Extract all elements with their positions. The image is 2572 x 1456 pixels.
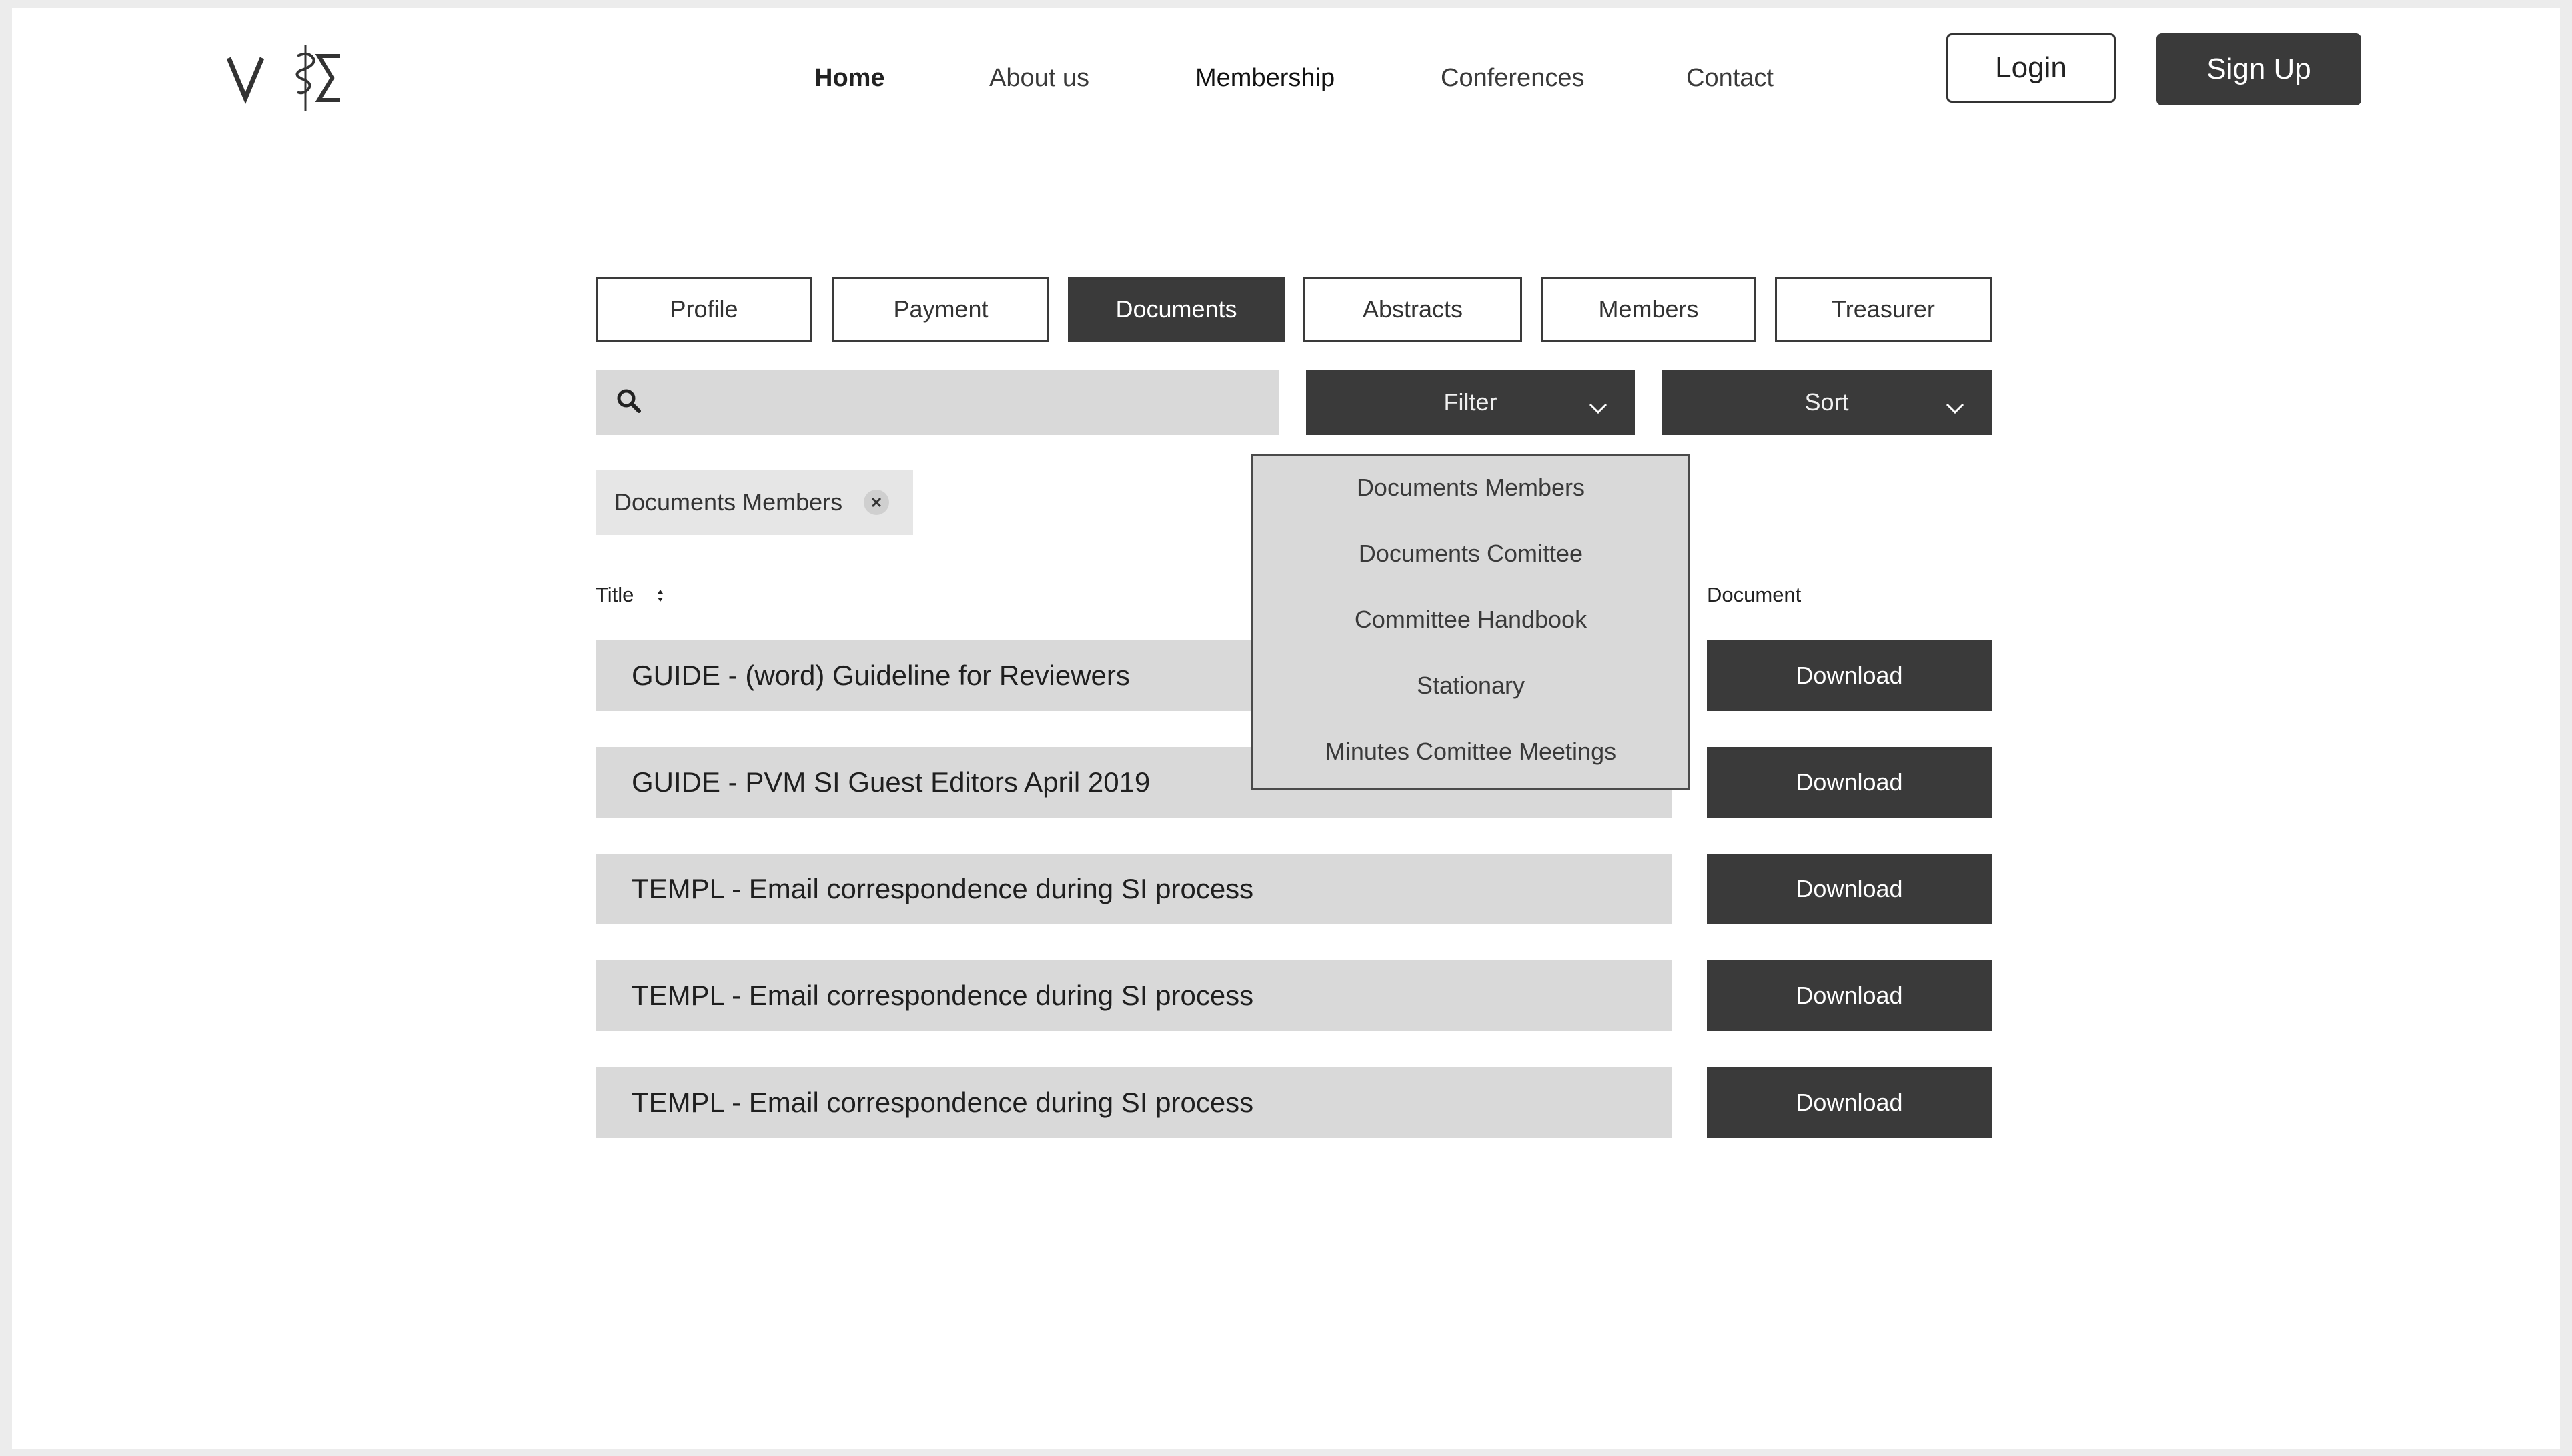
search-icon[interactable] bbox=[616, 388, 642, 418]
tab-payment[interactable]: Payment bbox=[832, 277, 1049, 342]
download-button[interactable]: Download bbox=[1707, 1067, 1992, 1138]
column-header-title[interactable]: Title bbox=[596, 583, 634, 607]
chevron-down-icon bbox=[1945, 394, 1965, 422]
search-bar bbox=[596, 370, 1279, 435]
table-row: TEMPL - Email correspondence during SI p… bbox=[596, 960, 1672, 1031]
tab-documents[interactable]: Documents bbox=[1068, 277, 1285, 342]
active-filter-chip: Documents Members bbox=[596, 470, 913, 535]
filter-option-committee-handbook[interactable]: Committee Handbook bbox=[1253, 593, 1688, 646]
row-title: TEMPL - Email correspondence during SI p… bbox=[632, 980, 1254, 1011]
download-button[interactable]: Download bbox=[1707, 960, 1992, 1031]
download-button[interactable]: Download bbox=[1707, 854, 1992, 924]
row-title: TEMPL - Email correspondence during SI p… bbox=[632, 1086, 1254, 1118]
logo-icon[interactable] bbox=[225, 41, 346, 115]
filter-option-minutes-comittee-meetings[interactable]: Minutes Comittee Meetings bbox=[1253, 725, 1688, 778]
table-row: TEMPL - Email correspondence during SI p… bbox=[596, 854, 1672, 924]
close-icon[interactable] bbox=[864, 490, 889, 515]
filter-dropdown[interactable]: Filter bbox=[1306, 370, 1635, 435]
download-button[interactable]: Download bbox=[1707, 640, 1992, 711]
chip-label: Documents Members bbox=[614, 488, 843, 516]
nav-about-us[interactable]: About us bbox=[989, 48, 1089, 108]
chevron-down-icon bbox=[1588, 394, 1608, 422]
nav-home[interactable]: Home bbox=[814, 48, 885, 108]
nav-membership[interactable]: Membership bbox=[1195, 48, 1335, 108]
login-button[interactable]: Login bbox=[1946, 33, 2116, 103]
tab-abstracts[interactable]: Abstracts bbox=[1303, 277, 1522, 342]
filter-option-documents-comittee[interactable]: Documents Comittee bbox=[1253, 527, 1688, 580]
search-input[interactable] bbox=[656, 388, 1279, 417]
nav-conferences[interactable]: Conferences bbox=[1441, 48, 1584, 108]
filter-option-stationary[interactable]: Stationary bbox=[1253, 659, 1688, 712]
nav-contact[interactable]: Contact bbox=[1686, 48, 1774, 108]
filter-option-documents-members[interactable]: Documents Members bbox=[1253, 461, 1688, 514]
tab-members[interactable]: Members bbox=[1541, 277, 1756, 342]
sort-dropdown[interactable]: Sort bbox=[1662, 370, 1992, 435]
row-title: GUIDE - (word) Guideline for Reviewers bbox=[632, 660, 1130, 691]
page: Home About us Membership Conferences Con… bbox=[12, 8, 2560, 1449]
tab-profile[interactable]: Profile bbox=[596, 277, 812, 342]
download-button[interactable]: Download bbox=[1707, 747, 1992, 818]
sort-label: Sort bbox=[1804, 388, 1849, 416]
tab-treasurer[interactable]: Treasurer bbox=[1775, 277, 1992, 342]
filter-label: Filter bbox=[1443, 388, 1497, 416]
filter-menu: Documents Members Documents Comittee Com… bbox=[1251, 454, 1690, 790]
signup-button[interactable]: Sign Up bbox=[2156, 33, 2361, 105]
row-title: TEMPL - Email correspondence during SI p… bbox=[632, 873, 1254, 904]
column-header-document: Document bbox=[1707, 583, 1802, 606]
row-title: GUIDE - PVM SI Guest Editors April 2019 bbox=[632, 766, 1151, 798]
table-row: TEMPL - Email correspondence during SI p… bbox=[596, 1067, 1672, 1138]
sort-icon[interactable] bbox=[656, 586, 665, 609]
